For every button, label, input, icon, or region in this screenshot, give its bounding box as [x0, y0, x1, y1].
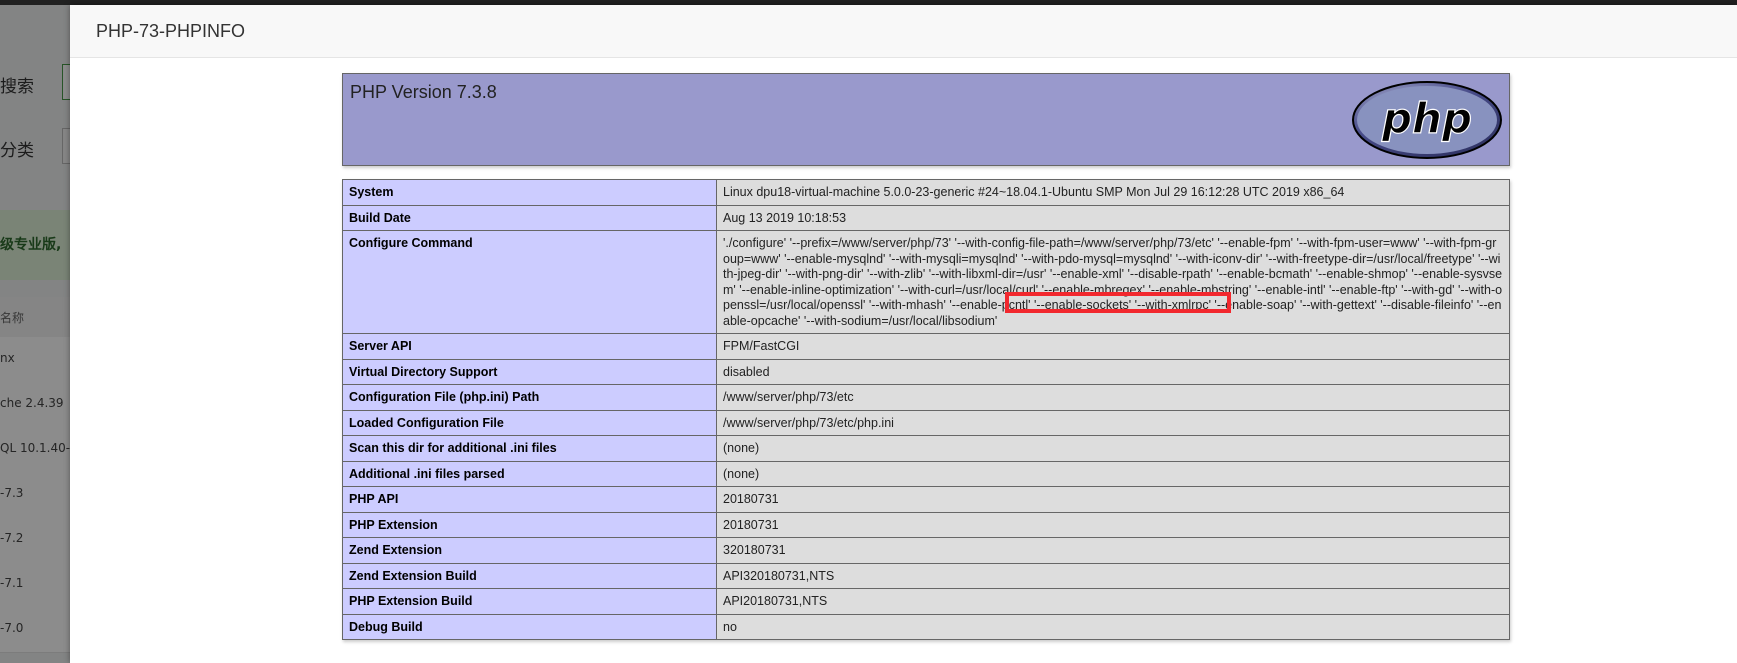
table-row: Configure Command './configure' '--prefix… [342, 230, 1510, 334]
setting-value: 20180731 [716, 511, 1510, 538]
setting-value: API20180731,NTS [716, 588, 1510, 615]
setting-value: Linux dpu18-virtual-machine 5.0.0-23-gen… [716, 179, 1510, 206]
setting-key: System [342, 179, 717, 206]
setting-key: Build Date [342, 204, 717, 231]
modal-title: PHP-73-PHPINFO [96, 21, 246, 41]
setting-key: Loaded Configuration File [342, 409, 717, 436]
setting-key: Zend Extension [342, 537, 717, 564]
phpinfo-modal: PHP-73-PHPINFO PHP Version 7.3.8 php Sys… [70, 5, 1737, 663]
php-version-header: PHP Version 7.3.8 php [342, 73, 1510, 166]
table-row: Configuration File (php.ini) Path/www/se… [342, 384, 1510, 411]
setting-value: './configure' '--prefix=/www/server/php/… [716, 230, 1510, 334]
modal-title-bar: PHP-73-PHPINFO [70, 5, 1737, 58]
setting-value: no [716, 613, 1510, 640]
table-row: Build Date Aug 13 2019 10:18:53 [342, 204, 1510, 231]
setting-value: FPM/FastCGI [716, 333, 1510, 360]
php-version-title: PHP Version 7.3.8 [350, 82, 497, 102]
table-row: PHP Extension Build API20180731,NTS [342, 588, 1510, 615]
setting-value: (none) [716, 435, 1510, 462]
setting-key: Server API [342, 333, 717, 360]
setting-key: PHP API [342, 486, 717, 513]
setting-value: 20180731 [716, 486, 1510, 513]
phpinfo-table: System Linux dpu18-virtual-machine 5.0.0-… [342, 179, 1510, 640]
table-row: Loaded Configuration File/www/server/php… [342, 409, 1510, 436]
php-logo-icon[interactable]: php [1351, 80, 1503, 160]
phpinfo-content: PHP Version 7.3.8 php System Linux dpu18-… [342, 73, 1510, 640]
table-row: Debug Build no [342, 613, 1510, 640]
php-logo-text: php [1381, 94, 1472, 143]
setting-key: Scan this dir for additional .ini files [342, 435, 717, 462]
setting-value: /www/server/php/73/etc/php.ini [716, 409, 1510, 436]
setting-key: PHP Extension [342, 511, 717, 538]
table-row: PHP API 20180731 [342, 486, 1510, 513]
table-row: Zend Extension Build API320180731,NTS [342, 562, 1510, 589]
table-row: Virtual Directory Support disabled [342, 358, 1510, 385]
setting-key: Virtual Directory Support [342, 358, 717, 385]
setting-value: (none) [716, 460, 1510, 487]
table-row: Zend Extension 320180731 [342, 537, 1510, 564]
setting-value: Aug 13 2019 10:18:53 [716, 204, 1510, 231]
setting-key: Zend Extension Build [342, 562, 717, 589]
setting-value: disabled [716, 358, 1510, 385]
setting-value: 320180731 [716, 537, 1510, 564]
setting-key: Additional .ini files parsed [342, 460, 717, 487]
setting-value: API320180731,NTS [716, 562, 1510, 589]
table-row: Server API FPM/FastCGI [342, 333, 1510, 360]
setting-key: Configuration File (php.ini) Path [342, 384, 717, 411]
table-row: PHP Extension 20180731 [342, 511, 1510, 538]
table-row: Additional .ini files parsed (none) [342, 460, 1510, 487]
configure-command-text: './configure' '--prefix=/www/server/php/… [723, 236, 1503, 328]
setting-key: Configure Command [342, 230, 717, 334]
table-row: Scan this dir for additional .ini files(… [342, 435, 1510, 462]
setting-value: /www/server/php/73/etc [716, 384, 1510, 411]
setting-key: PHP Extension Build [342, 588, 717, 615]
setting-key: Debug Build [342, 613, 717, 640]
configure-command-wrap: './configure' '--prefix=/www/server/php/… [723, 236, 1503, 329]
table-row: System Linux dpu18-virtual-machine 5.0.0-… [342, 179, 1510, 206]
